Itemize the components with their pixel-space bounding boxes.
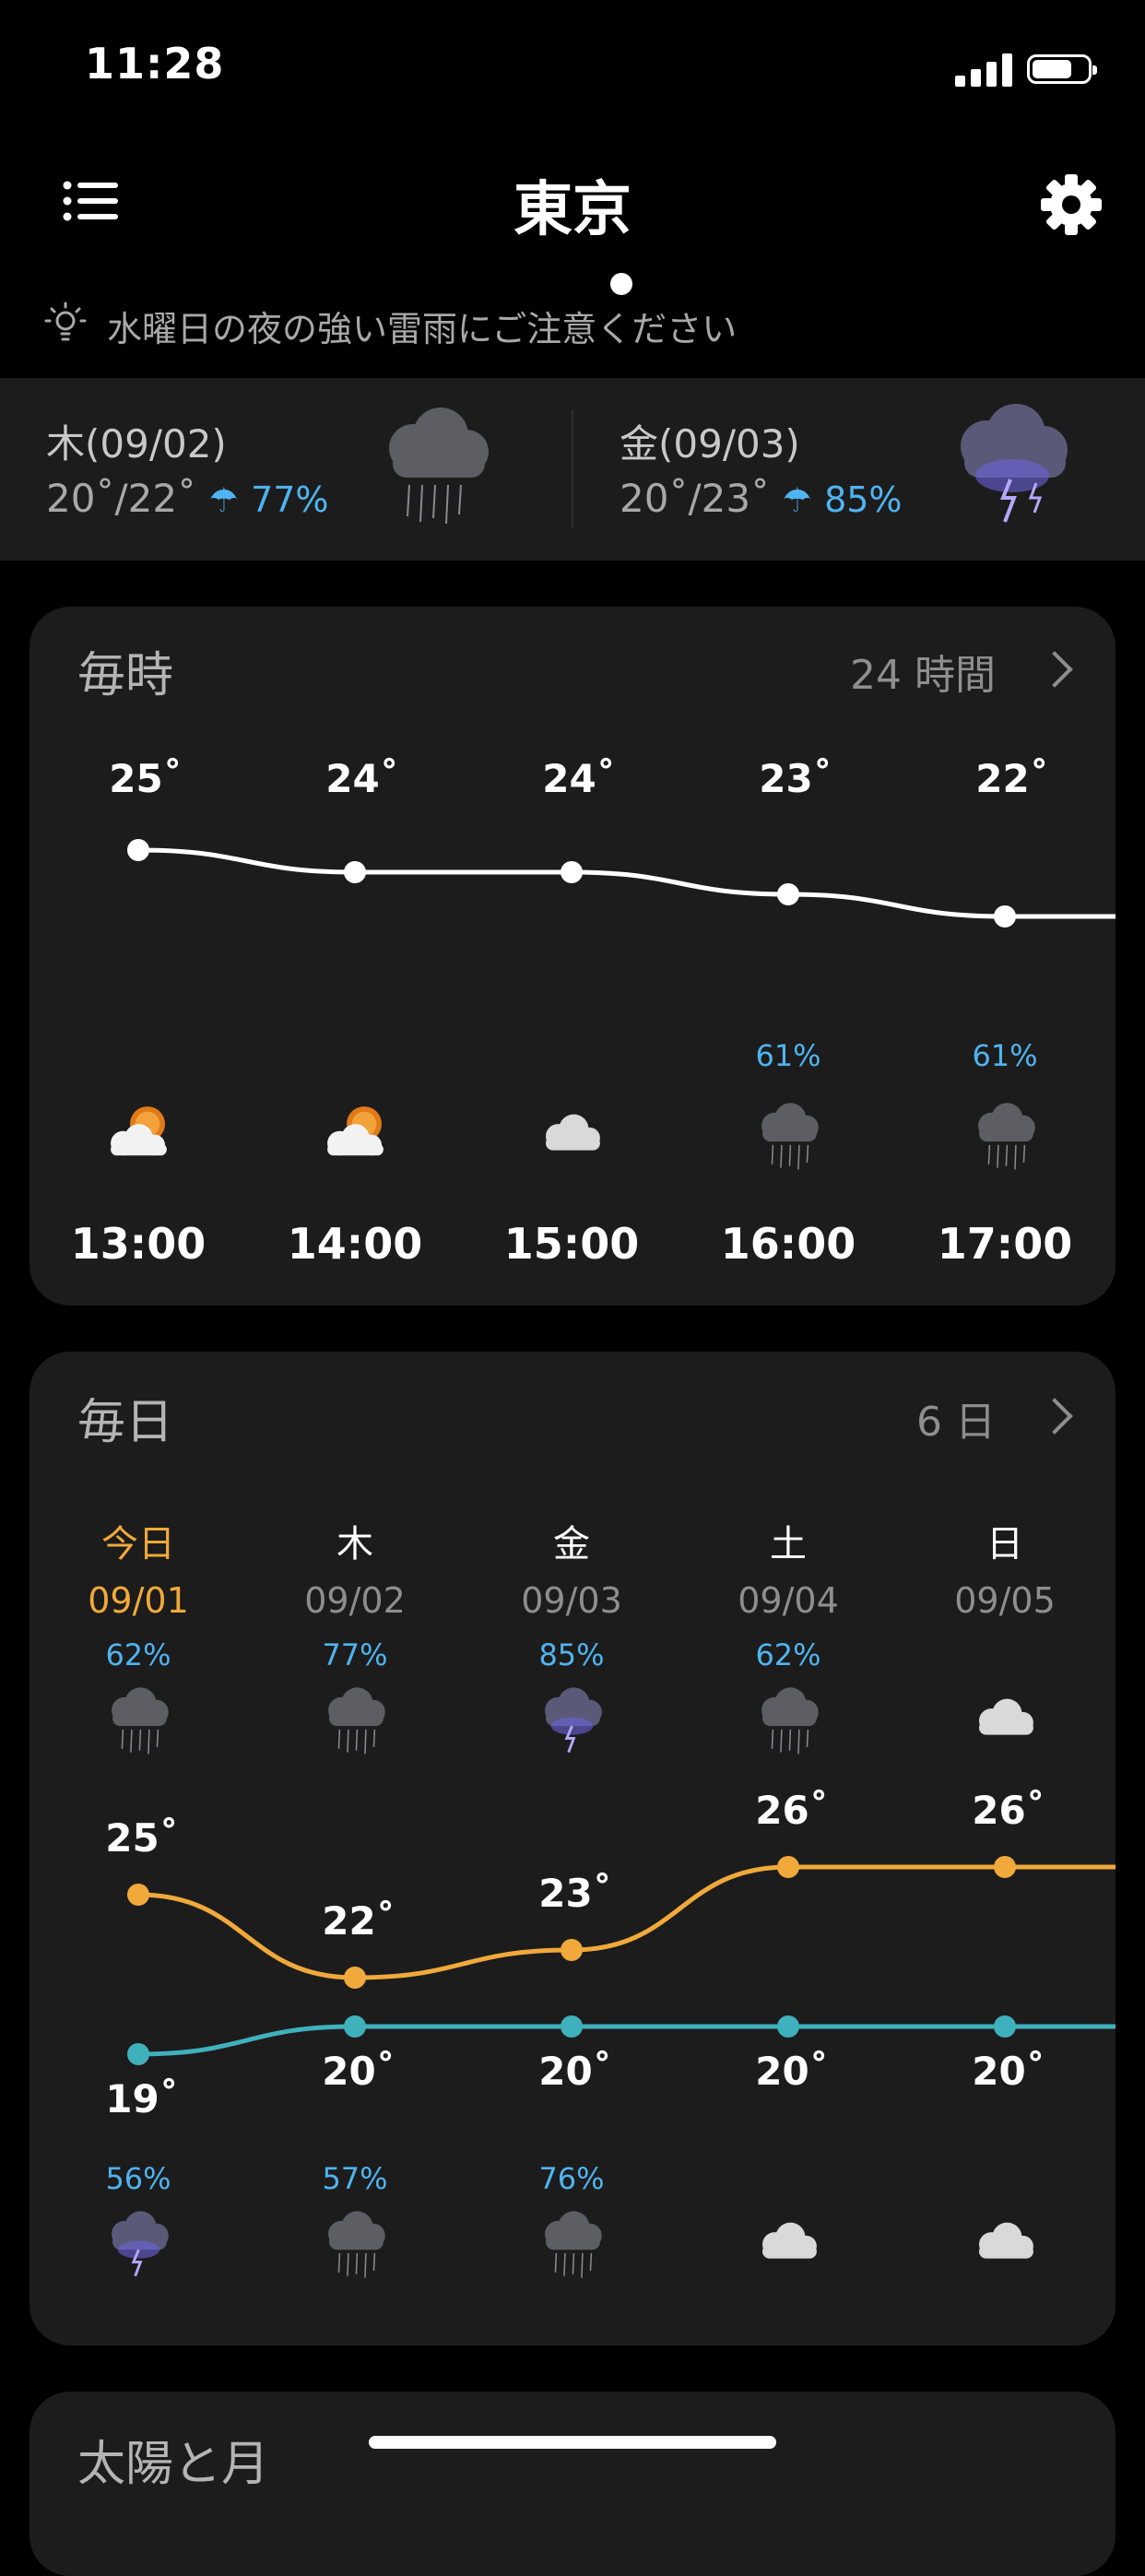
rain-cloud-icon [761,1102,819,1170]
daily-day-pop: 77% [322,1637,388,1672]
rain-cloud-icon [111,1686,169,1755]
rain-cloud-icon [327,1686,385,1755]
daily-6day-link[interactable]: 6 日 [916,1388,996,1448]
daily-day-name: 今日 [101,1523,175,1566]
hourly-temp: 24˚ [325,756,399,801]
daily-day-name: 金 [553,1523,590,1566]
daily-high-temp: 26˚ [972,1788,1045,1833]
strip-low-temp: 20˚ [46,476,115,521]
rain-cloud-icon [977,1102,1035,1170]
daily-high-temp: 22˚ [322,1898,395,1944]
hourly-card [30,607,1115,1306]
daily-high-temp: 25˚ [105,1815,179,1861]
daily-day-name: 日 [986,1523,1023,1566]
strip-low-temp: 20˚ [620,476,689,521]
strip-high-temp: 22˚ [127,476,197,521]
gear-icon[interactable] [1040,173,1103,236]
hourly-pop: 61% [755,1038,821,1073]
cloud-icon [978,2222,1033,2259]
daily-day-name: 木 [336,1523,373,1566]
daily-date: 09/01 [88,1580,189,1621]
strip-pop: 85% [824,479,903,520]
hourly-24h-link[interactable]: 24 時間 [850,642,996,701]
daily-date: 09/05 [954,1580,1056,1621]
hourly-temp: 24˚ [542,756,616,801]
home-indicator[interactable] [369,2436,776,2449]
hourly-time: 13:00 [70,1219,207,1269]
thunderstorm-icon [544,1686,602,1753]
daily-low-temp: 20˚ [538,2049,612,2094]
rain-cloud-icon [389,408,489,525]
daily-date: 09/02 [304,1580,406,1621]
daily-night-pop: 57% [322,2161,388,2196]
cloud-icon [545,1114,600,1151]
strip-high-temp: 23˚ [701,476,771,521]
page-indicator-dot[interactable] [610,273,632,295]
strip-temp-range: 20˚/23˚ ☂ 85% [620,476,903,521]
rain-cloud-icon [761,1686,819,1755]
strip-divider [572,409,573,527]
strip-pop: 77% [251,479,329,520]
daily-day-pop: 62% [105,1637,171,1672]
daily-low-temp: 20˚ [755,2049,829,2094]
partly-sunny-icon [326,1105,384,1155]
daily-title: 毎日 [77,1395,174,1450]
umbrella-icon: ☂ [208,482,239,520]
lightbulb-icon [44,301,87,341]
weather-alert[interactable]: 水曜日の夜の強い雷雨にご注意ください [107,301,737,351]
umbrella-icon: ☂ [782,482,812,520]
thunderstorm-icon [111,2210,169,2276]
daily-day-name: 土 [770,1523,807,1566]
daily-low-temp: 20˚ [972,2049,1045,2094]
city-title: 東京 [513,176,632,244]
daily-date: 09/03 [521,1580,622,1621]
daily-day-pop: 85% [538,1637,605,1672]
rain-cloud-icon [327,2210,385,2278]
daily-high-temp: 26˚ [755,1788,829,1833]
partly-sunny-icon [110,1105,167,1155]
daily-day-pop: 62% [755,1637,821,1672]
hourly-time: 16:00 [720,1219,856,1269]
hourly-time: 14:00 [287,1219,423,1269]
hourly-title: 毎時 [77,648,174,703]
hourly-time: 17:00 [937,1219,1073,1269]
daily-high-temp: 23˚ [538,1871,612,1916]
status-time: 11:28 [85,39,225,89]
hourly-temp: 23˚ [759,756,832,801]
cellular-signal-icon [955,53,1012,87]
strip-day: 木(09/02) [46,421,227,467]
hourly-time: 15:00 [503,1219,640,1269]
strip-day: 金(09/03) [620,421,800,467]
daily-card [30,1352,1115,2346]
daily-date: 09/04 [738,1580,839,1621]
battery-icon [1027,54,1097,84]
daily-night-pop: 56% [105,2161,171,2196]
thunderstorm-icon [961,404,1068,523]
sun-moon-title: 太陽と月 [77,2437,270,2492]
cloud-icon [978,1698,1033,1735]
hourly-pop: 61% [972,1038,1038,1073]
hourly-temp: 22˚ [975,756,1049,801]
daily-low-temp: 20˚ [322,2049,395,2094]
daily-night-pop: 76% [538,2161,605,2196]
strip-temp-range: 20˚/22˚ ☂ 77% [46,476,329,521]
rain-cloud-icon [544,2210,602,2278]
hourly-temp: 25˚ [109,756,183,801]
cloud-icon [761,2222,817,2259]
daily-low-temp: 19˚ [105,2076,179,2121]
